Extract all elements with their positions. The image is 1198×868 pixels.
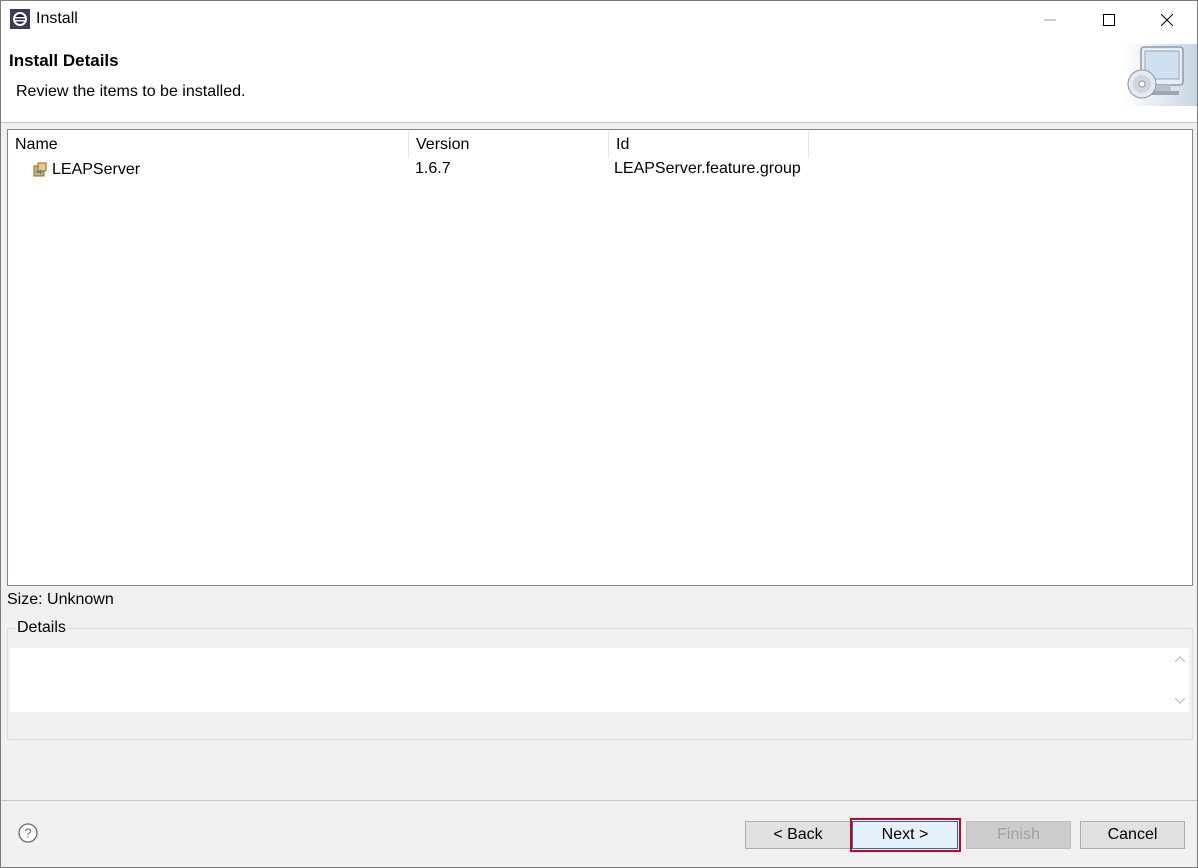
details-label: Details (16, 619, 67, 637)
close-button[interactable] (1138, 1, 1196, 38)
finish-button[interactable]: Finish (966, 821, 1071, 849)
scroll-up-arrow[interactable] (1170, 650, 1189, 668)
row-version: 1.6.7 (415, 160, 451, 177)
close-icon (1161, 13, 1173, 26)
column-header-name[interactable]: Name (8, 130, 409, 158)
maximize-button[interactable] (1080, 1, 1138, 38)
details-scrollbar[interactable] (1170, 648, 1189, 712)
scroll-down-arrow[interactable] (1170, 692, 1189, 710)
next-button[interactable]: Next > (852, 821, 958, 849)
column-header-id[interactable]: Id (609, 130, 809, 158)
details-text-area[interactable] (10, 648, 1170, 712)
install-items-table[interactable]: Name Version Id LEAPServer 1.6.7 LEAPSer… (7, 129, 1193, 586)
row-name-cell: LEAPServer (32, 158, 140, 182)
minimize-icon (1044, 19, 1056, 20)
row-id: LEAPServer.feature.group (614, 160, 801, 177)
back-button[interactable]: < Back (745, 821, 851, 849)
column-header-version[interactable]: Version (409, 130, 609, 158)
page-subtitle: Review the items to be installed. (16, 83, 246, 100)
minimize-button[interactable] (1021, 1, 1079, 38)
install-dialog: Install Install Details Review the items… (0, 0, 1198, 868)
button-bar-separator (1, 800, 1197, 801)
svg-text:?: ? (24, 826, 31, 841)
size-label: Size: Unknown (7, 591, 114, 608)
page-title: Install Details (9, 51, 119, 70)
feature-icon (33, 162, 47, 177)
table-header: Name Version Id (8, 130, 1192, 158)
maximize-icon (1103, 13, 1115, 26)
wizard-header: Install Details Review the items to be i… (1, 38, 1197, 123)
cancel-button[interactable]: Cancel (1080, 821, 1185, 849)
row-name: LEAPServer (52, 161, 141, 178)
eclipse-icon (10, 9, 30, 29)
install-monitor-cd-icon (1123, 44, 1197, 106)
chevron-up-icon (1174, 656, 1185, 662)
help-icon[interactable]: ? (18, 823, 38, 843)
table-row[interactable]: LEAPServer 1.6.7 LEAPServer.feature.grou… (8, 158, 1192, 182)
window-title: Install (36, 10, 78, 27)
title-bar: Install (1, 1, 1197, 38)
chevron-down-icon (1174, 698, 1185, 704)
